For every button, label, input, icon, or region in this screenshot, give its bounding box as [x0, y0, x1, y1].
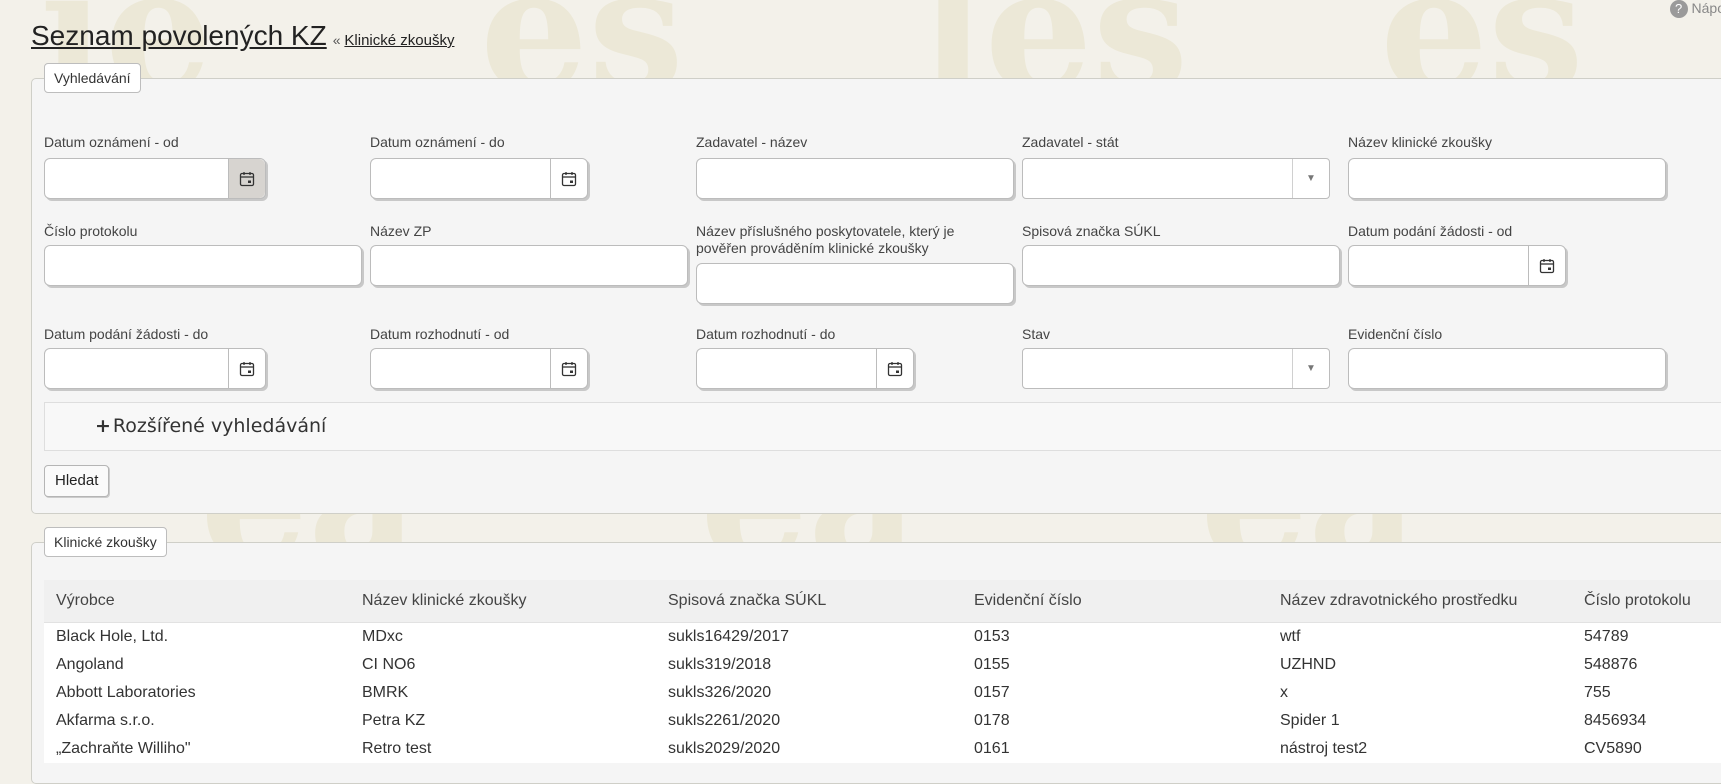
column-header-cislo-protokolu[interactable]: Číslo protokolu [1572, 580, 1721, 623]
table-row[interactable]: Abbott Laboratories BMRK sukls326/2020 0… [44, 679, 1721, 707]
cell-cislo-protokolu: 755 [1572, 679, 1721, 707]
table-row[interactable]: „Zachraňte Williho" Retro test sukls2029… [44, 735, 1721, 763]
cell-vyrobce: Akfarma s.r.o. [44, 707, 350, 735]
cell-nazev-zp: UZHND [1268, 651, 1572, 679]
plus-icon: + [95, 415, 111, 437]
datum-oznameni-od-input[interactable] [44, 158, 266, 199]
table-row[interactable]: Black Hole, Ltd. MDxc sukls16429/2017 01… [44, 622, 1721, 651]
poskytovatel-input[interactable] [696, 263, 1014, 304]
chevron-down-icon: ▼ [1292, 159, 1329, 198]
nazev-zp-field: Název ZP [370, 223, 432, 239]
page-title: Seznam povolených KZ « Klinické zkoušky [31, 20, 454, 52]
advanced-search-toggle[interactable]: + Rozšířené vyhledávání [44, 402, 1721, 451]
datum-oznameni-do-input[interactable] [370, 158, 588, 199]
cell-vyrobce: Angoland [44, 651, 350, 679]
stav-field: Stav [1022, 326, 1051, 342]
results-legend: Klinické zkoušky [44, 527, 167, 557]
datum-podani-do-input[interactable] [44, 348, 266, 389]
cell-cislo-protokolu: 8456934 [1572, 707, 1721, 735]
cislo-protokolu-input[interactable] [44, 245, 362, 286]
cell-vyrobce: Black Hole, Ltd. [44, 622, 350, 651]
calendar-icon[interactable] [550, 159, 587, 198]
cislo-protokolu-field: Číslo protokolu [44, 223, 138, 239]
poskytovatel-field: Název příslušného poskytovatele, který j… [696, 223, 955, 256]
spisova-znacka-field: Spisová značka SÚKL [1022, 223, 1161, 239]
calendar-icon[interactable] [1528, 246, 1565, 285]
cell-nazev-kz: CI NO6 [350, 651, 656, 679]
page-title-text: Seznam povolených KZ [31, 20, 327, 51]
cell-nazev-kz: Petra KZ [350, 707, 656, 735]
cell-nazev-zp: wtf [1268, 622, 1572, 651]
table-row[interactable]: Akfarma s.r.o. Petra KZ sukls2261/2020 0… [44, 707, 1721, 735]
search-legend: Vyhledávání [44, 63, 141, 93]
results-table: Výrobce Název klinické zkoušky Spisová z… [44, 580, 1721, 763]
cell-evidencni-cislo: 0153 [962, 622, 1268, 651]
datum-podani-do-field: Datum podání žádosti - do [44, 326, 209, 342]
evidencni-cislo-input[interactable] [1348, 348, 1666, 389]
datum-rozhodnuti-od-field: Datum rozhodnutí - od [370, 326, 510, 342]
column-header-nazev-kz[interactable]: Název klinické zkoušky [350, 580, 656, 623]
nazev-kz-field: Název klinické zkoušky [1348, 134, 1492, 150]
column-header-spisova-znacka[interactable]: Spisová značka SÚKL [656, 580, 962, 623]
datum-rozhodnuti-do-field: Datum rozhodnutí - do [696, 326, 836, 342]
cell-spisova-znacka: sukls2029/2020 [656, 735, 962, 763]
cell-cislo-protokolu: CV5890 [1572, 735, 1721, 763]
cell-evidencni-cislo: 0157 [962, 679, 1268, 707]
column-header-vyrobce[interactable]: Výrobce [44, 580, 350, 623]
cell-nazev-zp: x [1268, 679, 1572, 707]
zadavatel-stat-field: Zadavatel - stát [1022, 134, 1119, 150]
breadcrumb-link[interactable]: Klinické zkoušky [344, 32, 454, 49]
chevron-down-icon: ▼ [1292, 349, 1329, 388]
cell-evidencni-cislo: 0161 [962, 735, 1268, 763]
advanced-search-label: Rozšířené vyhledávání [112, 415, 327, 437]
cell-nazev-zp: nástroj test2 [1268, 735, 1572, 763]
datum-oznameni-od-field: Datum oznámení - od [44, 134, 179, 150]
cell-nazev-kz: BMRK [350, 679, 656, 707]
breadcrumb-separator: « [332, 32, 341, 48]
calendar-icon[interactable] [876, 349, 913, 388]
datum-podani-od-input[interactable] [1348, 245, 1566, 286]
datum-rozhodnuti-do-input[interactable] [696, 348, 914, 389]
search-button[interactable]: Hledat [44, 465, 110, 497]
zadavatel-stat-select[interactable]: ▼ [1022, 158, 1330, 199]
cell-nazev-zp: Spider 1 [1268, 707, 1572, 735]
help-link[interactable]: ? Nápo [1669, 0, 1721, 19]
cell-spisova-znacka: sukls2261/2020 [656, 707, 962, 735]
cell-vyrobce: „Zachraňte Williho" [44, 735, 350, 763]
cell-evidencni-cislo: 0178 [962, 707, 1268, 735]
cell-spisova-znacka: sukls16429/2017 [656, 622, 962, 651]
cell-cislo-protokolu: 548876 [1572, 651, 1721, 679]
column-header-nazev-zp[interactable]: Název zdravotnického prostředku [1268, 580, 1572, 623]
spisova-znacka-input[interactable] [1022, 245, 1340, 286]
column-header-evidencni-cislo[interactable]: Evidenční číslo [962, 580, 1268, 623]
zadavatel-nazev-field: Zadavatel - název [696, 134, 808, 150]
evidencni-cislo-field: Evidenční číslo [1348, 326, 1443, 342]
cell-nazev-kz: MDxc [350, 622, 656, 651]
datum-oznameni-do-field: Datum oznámení - do [370, 134, 505, 150]
cell-vyrobce: Abbott Laboratories [44, 679, 350, 707]
table-header-row: Výrobce Název klinické zkoušky Spisová z… [44, 580, 1721, 623]
calendar-icon[interactable] [228, 349, 265, 388]
cell-evidencni-cislo: 0155 [962, 651, 1268, 679]
nazev-kz-input[interactable] [1348, 158, 1666, 199]
cell-cislo-protokolu: 54789 [1572, 622, 1721, 651]
zadavatel-nazev-input[interactable] [696, 158, 1014, 199]
cell-spisova-znacka: sukls326/2020 [656, 679, 962, 707]
datum-rozhodnuti-od-input[interactable] [370, 348, 588, 389]
calendar-icon[interactable] [550, 349, 587, 388]
datum-podani-od-field: Datum podání žádosti - od [1348, 223, 1513, 239]
nazev-zp-input[interactable] [370, 245, 688, 286]
stav-select[interactable]: ▼ [1022, 348, 1330, 389]
calendar-icon[interactable] [228, 159, 265, 198]
cell-nazev-kz: Retro test [350, 735, 656, 763]
table-row[interactable]: Angoland CI NO6 sukls319/2018 0155 UZHND… [44, 651, 1721, 679]
cell-spisova-znacka: sukls319/2018 [656, 651, 962, 679]
help-icon: ? [1669, 0, 1688, 19]
